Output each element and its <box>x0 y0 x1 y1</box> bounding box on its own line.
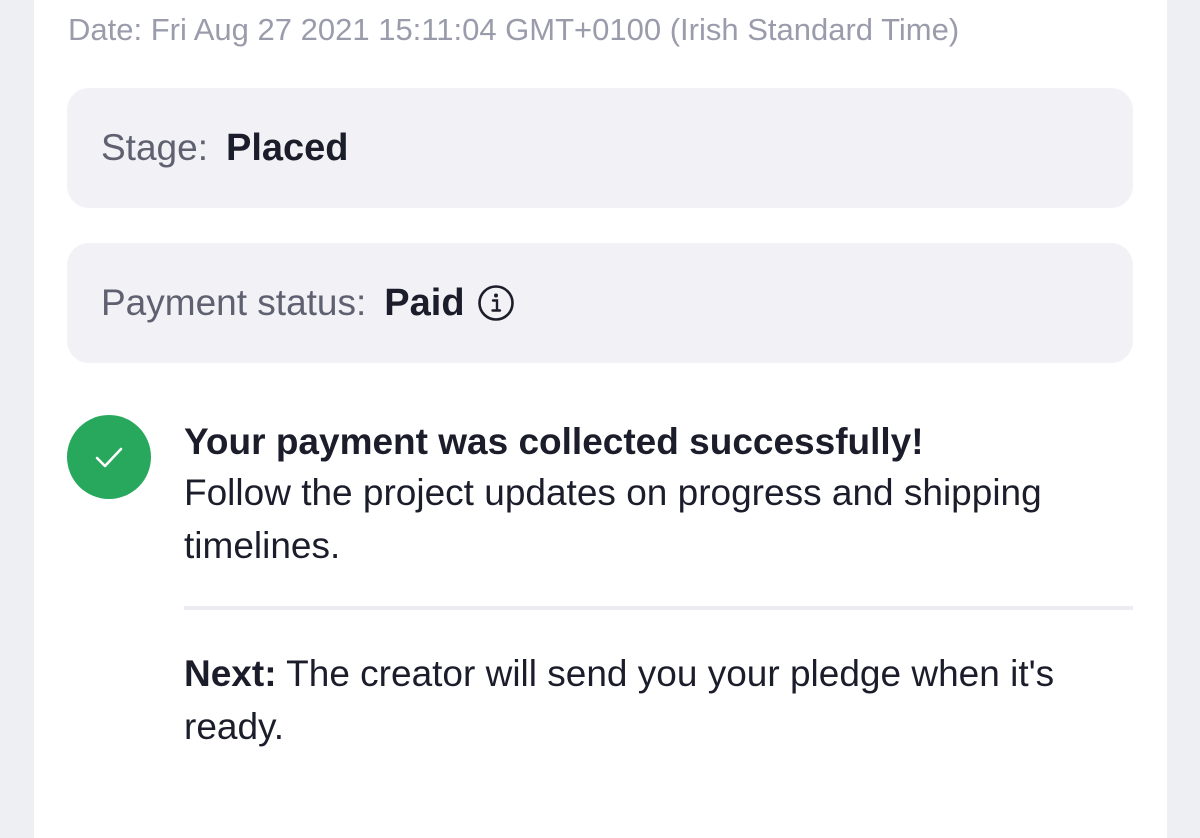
stage-label: Stage: <box>101 127 208 168</box>
next-label: Next: <box>184 653 277 694</box>
stage-box: Stage: Placed <box>67 88 1133 208</box>
divider <box>184 606 1133 610</box>
info-circle-icon[interactable] <box>477 284 515 322</box>
success-body: Follow the project updates on progress a… <box>184 472 1042 566</box>
order-details-card: Date: Fri Aug 27 2021 15:11:04 GMT+0100 … <box>34 0 1167 838</box>
order-date: Date: Fri Aug 27 2021 15:11:04 GMT+0100 … <box>68 12 960 47</box>
payment-status-label: Payment status: <box>101 282 367 323</box>
next-text: The creator will send you your pledge wh… <box>184 653 1055 747</box>
stage-value: Placed <box>225 126 349 169</box>
payment-success-message: Your payment was collected successfully!… <box>184 418 1144 572</box>
payment-status-value: Paid <box>384 281 465 324</box>
next-step-message: Next: The creator will send you your ple… <box>184 647 1144 753</box>
check-circle-icon <box>67 415 151 499</box>
success-title: Your payment was collected successfully! <box>184 421 924 462</box>
payment-status-box: Payment status: Paid <box>67 243 1133 363</box>
